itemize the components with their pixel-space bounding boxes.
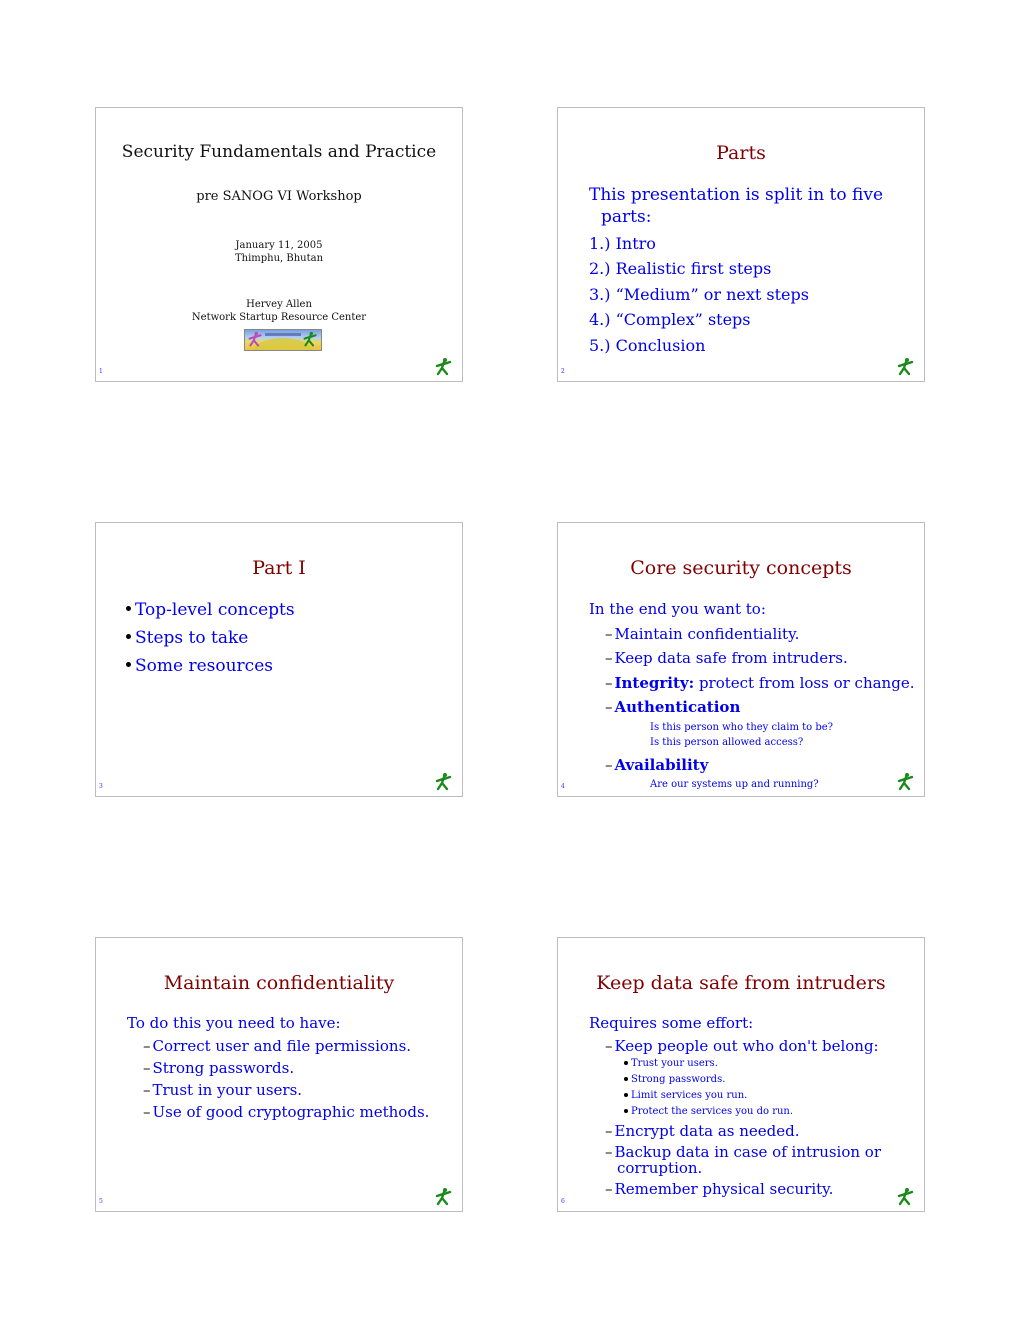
list-item: – Correct user and file permissions. <box>143 1037 412 1055</box>
slide-4: Core security concepts In the end you wa… <box>557 522 925 797</box>
list-item: – Authentication <box>605 698 741 716</box>
sub-item: Are our systems up and running? <box>650 779 819 790</box>
runner-logo-icon <box>896 357 916 377</box>
sub-item: Limit services you run. <box>624 1090 747 1101</box>
slide-number: 5 <box>99 1198 103 1205</box>
list-item: – Strong passwords. <box>143 1059 295 1077</box>
sub-item: Strong passwords. <box>624 1074 725 1085</box>
list-item: – Use of good cryptographic methods. <box>143 1103 430 1121</box>
list-item: 3.) “Medium” or next steps <box>589 285 809 304</box>
slide-title: Parts <box>716 142 766 164</box>
intro-line: Requires some effort: <box>589 1014 754 1032</box>
list-item: – Trust in your users. <box>143 1081 303 1099</box>
sub-item: Is this person who they claim to be? <box>650 722 834 733</box>
list-item: Some resources <box>126 656 273 676</box>
slide-date: January 11, 2005 <box>235 240 323 251</box>
slide-5: Maintain confidentiality To do this you … <box>95 937 463 1212</box>
list-item: – Encrypt data as needed. <box>605 1122 800 1140</box>
list-item: – Keep data safe from intruders. <box>605 649 848 667</box>
slide-title: Security Fundamentals and Practice <box>121 142 437 162</box>
slide-title: Part I <box>252 557 306 579</box>
list-item: 4.) “Complex” steps <box>589 310 751 329</box>
intro-line: parts: <box>601 207 652 227</box>
list-item: 2.) Realistic first steps <box>589 259 772 278</box>
slide-author: Hervey Allen <box>246 299 312 310</box>
slide-3: Part I Top-level concepts Steps to take … <box>95 522 463 797</box>
list-item: 5.) Conclusion <box>589 336 706 355</box>
slide-2: Parts This presentation is split in to f… <box>557 107 925 382</box>
bullet-icon <box>126 634 131 639</box>
list-item: 1.) Intro <box>589 234 656 253</box>
list-item: – Remember physical security. <box>605 1180 834 1198</box>
bullet-icon <box>624 1060 628 1065</box>
intro-line: In the end you want to: <box>589 600 766 618</box>
bullet-icon <box>126 606 131 611</box>
slide-number: 4 <box>561 783 565 790</box>
runner-logo-icon <box>896 1187 916 1207</box>
runner-logo-icon <box>434 357 454 377</box>
sub-item: Protect the services you do run. <box>624 1106 793 1117</box>
sub-item: Is this person allowed access? <box>650 737 804 748</box>
intro-line: This presentation is split in to five <box>589 185 884 205</box>
intro-line: To do this you need to have: <box>127 1014 341 1032</box>
runner-logo-icon <box>896 772 916 792</box>
slide-location: Thimphu, Bhutan <box>234 253 324 264</box>
list-item-continuation: corruption. <box>617 1159 703 1177</box>
bullet-icon <box>126 662 131 667</box>
list-item: – Maintain confidentiality. <box>605 625 800 643</box>
bullet-icon <box>624 1076 628 1081</box>
list-item: Steps to take <box>126 628 248 648</box>
slide-number: 2 <box>561 368 565 375</box>
list-item: – Availability <box>605 756 709 774</box>
slide-6: Keep data safe from intruders Requires s… <box>557 937 925 1212</box>
slide-title: Keep data safe from intruders <box>596 972 886 994</box>
list-item: – Integrity: protect from loss or change. <box>605 674 915 692</box>
slide-subtitle: pre SANOG VI Workshop <box>196 189 362 204</box>
sub-item: Trust your users. <box>624 1058 718 1069</box>
list-item: Top-level concepts <box>126 600 295 620</box>
slide-1: Security Fundamentals and Practice pre S… <box>95 107 463 382</box>
runner-logo-icon <box>434 772 454 792</box>
slide-number: 1 <box>99 368 103 375</box>
bullet-icon <box>624 1092 628 1097</box>
nsrc-logo-image <box>244 329 322 351</box>
bullet-icon <box>624 1108 628 1113</box>
slide-title: Maintain confidentiality <box>163 972 395 994</box>
list-item: – Keep people out who don't belong: <box>605 1037 879 1055</box>
slide-number: 3 <box>99 783 103 790</box>
runner-logo-icon <box>434 1187 454 1207</box>
slide-organization: Network Startup Resource Center <box>191 312 367 323</box>
slide-number: 6 <box>561 1198 565 1205</box>
slide-title: Core security concepts <box>630 557 852 579</box>
